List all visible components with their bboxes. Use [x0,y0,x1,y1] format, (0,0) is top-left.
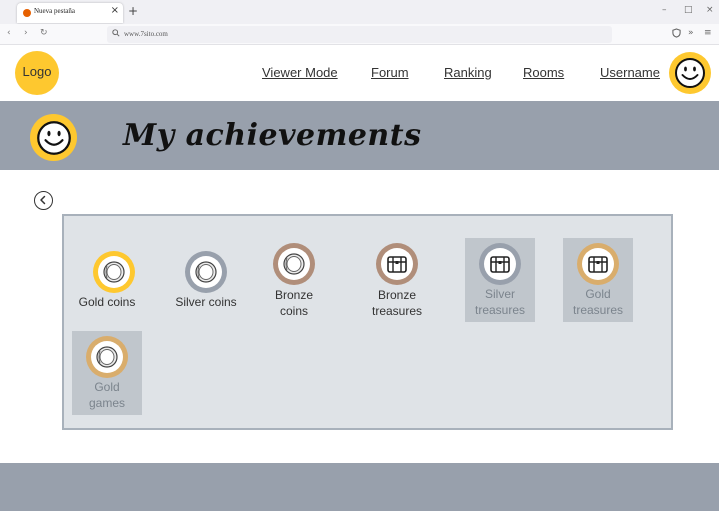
achievement-silver-coins[interactable]: Silver coins [171,246,241,316]
achievement-gold-treasures[interactable]: Gold treasures [563,238,633,322]
achievement-gold-games[interactable]: Gold games [72,331,142,415]
achievement-badge [185,251,227,293]
window-close-icon[interactable]: × [706,5,714,15]
site-header: Logo Viewer Mode Forum Ranking Rooms Use… [0,45,719,101]
achievement-bronze-coins[interactable]: Bronze coins [259,241,329,321]
url-bar[interactable]: www.7sito.com [107,26,612,43]
achievement-bronze-treasures[interactable]: Bronze treasures [362,241,432,321]
search-icon [112,29,120,37]
menu-icon[interactable]: ≡ [704,28,712,38]
achievement-label: Gold treasures [572,287,624,317]
nav-rooms[interactable]: Rooms [523,65,564,80]
treasure-chest-icon [387,256,407,273]
nav-username[interactable]: Username [600,65,660,80]
new-tab-button[interactable]: + [128,4,138,18]
forward-arrow-icon[interactable]: › [24,28,28,38]
coin-icon [283,253,305,275]
nav-ranking[interactable]: Ranking [444,65,492,80]
tab-close-icon[interactable]: × [111,5,119,16]
achievement-label: Gold coins [78,295,136,309]
smiley-face-icon [675,58,705,88]
overflow-icon[interactable]: » [688,28,694,38]
firefox-icon [23,9,31,17]
tab-title: Nueva pestaña [34,7,76,15]
achievement-badge [376,243,418,285]
url-text: www.7sito.com [124,30,168,38]
reload-icon[interactable]: ↻ [40,28,48,38]
coin-icon [103,261,125,283]
achievement-badge [479,243,521,285]
chevron-left-icon [40,195,46,205]
shield-icon[interactable] [672,28,681,38]
smiley-face-icon [36,120,71,155]
achievement-badge [86,336,128,378]
treasure-chest-icon [490,256,510,273]
achievement-badge [577,243,619,285]
back-arrow-icon[interactable]: ‹ [7,28,11,38]
achievement-label: Gold games [88,380,126,410]
nav-viewer-mode[interactable]: Viewer Mode [262,65,338,80]
minimize-icon[interactable]: – [662,5,667,15]
treasure-chest-icon [588,256,608,273]
coin-icon [195,261,217,283]
achievement-silver-treasures[interactable]: Silver treasures [465,238,535,322]
page-title: My achievements [123,118,422,153]
logo[interactable]: Logo [15,51,59,95]
page-footer [0,463,719,511]
achievement-label: Bronze treasures [371,288,423,318]
maximize-icon[interactable]: □ [684,5,693,15]
back-button[interactable] [34,191,53,210]
achievement-label: Silver treasures [474,287,526,317]
achievements-panel: Gold coins Silver coins Bronze coins Bro… [62,214,673,430]
avatar[interactable] [669,52,711,94]
achievement-label: Silver coins [175,295,237,309]
coin-icon [96,346,118,368]
browser-tab-bar: Nueva pestaña × + – □ × [0,0,719,24]
achievement-badge [273,243,315,285]
logo-text: Logo [22,64,52,79]
achievements-banner: My achievements [0,101,719,170]
achievement-badge [93,251,135,293]
browser-tab[interactable]: Nueva pestaña × [17,3,123,23]
achievement-label: Bronze coins [274,288,314,318]
nav-forum[interactable]: Forum [371,65,409,80]
achievement-gold-coins[interactable]: Gold coins [72,246,142,316]
profile-avatar [30,114,77,161]
browser-nav-bar: ‹ › ↻ www.7sito.com » ≡ [0,24,719,45]
